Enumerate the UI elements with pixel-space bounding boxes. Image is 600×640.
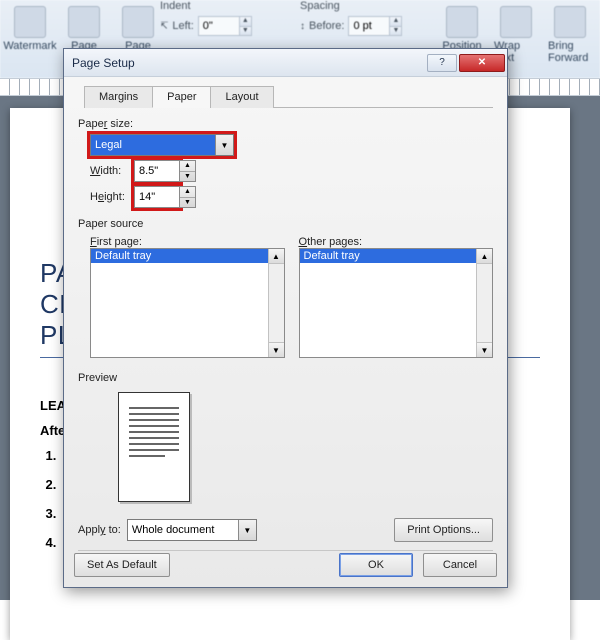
bring-forward-button[interactable]: Bring Forward bbox=[546, 4, 594, 66]
set-default-button[interactable]: Set As Default bbox=[74, 553, 170, 577]
indent-group-label: Indent bbox=[160, 0, 320, 12]
tab-margins[interactable]: Margins bbox=[84, 86, 153, 108]
dialog-title: Page Setup bbox=[72, 56, 425, 70]
first-page-list[interactable]: Default tray ▲▼ bbox=[90, 248, 285, 358]
page-setup-dialog: Page Setup ? ✕ Margins Paper Layout Pape… bbox=[63, 48, 508, 588]
spacing-before-spinner[interactable]: ▲▼ bbox=[348, 16, 402, 36]
indent-left-spinner[interactable]: ▲▼ bbox=[198, 16, 252, 36]
other-pages-list[interactable]: Default tray ▲▼ bbox=[299, 248, 494, 358]
spacing-before-label: Before: bbox=[309, 20, 344, 32]
tab-paper[interactable]: Paper bbox=[152, 86, 211, 108]
paper-size-combo[interactable]: Legal ▼ bbox=[90, 134, 234, 156]
ok-button[interactable]: OK bbox=[339, 553, 413, 577]
preview-label: Preview bbox=[78, 372, 493, 384]
chevron-down-icon: ▼ bbox=[215, 135, 233, 155]
first-page-label: First page: bbox=[90, 236, 285, 248]
preview-page bbox=[118, 392, 190, 502]
close-button[interactable]: ✕ bbox=[459, 54, 505, 72]
tabs: Margins Paper Layout bbox=[84, 85, 493, 108]
chevron-down-icon: ▼ bbox=[238, 520, 256, 540]
apply-to-combo[interactable]: Whole document ▼ bbox=[127, 519, 257, 541]
width-label: Width: bbox=[90, 165, 134, 177]
title-bar: Page Setup ? ✕ bbox=[64, 49, 507, 77]
cancel-button[interactable]: Cancel bbox=[423, 553, 497, 577]
watermark-button[interactable]: Watermark bbox=[6, 4, 54, 54]
help-button[interactable]: ? bbox=[427, 54, 457, 72]
apply-to-label: Apply to: bbox=[78, 524, 121, 536]
print-options-button[interactable]: Print Options... bbox=[394, 518, 493, 542]
page-button[interactable]: Page bbox=[60, 4, 108, 54]
height-label: Height: bbox=[90, 191, 134, 203]
tab-layout[interactable]: Layout bbox=[210, 86, 273, 108]
other-pages-label: Other pages: bbox=[299, 236, 494, 248]
page-button-2[interactable]: Page bbox=[114, 4, 162, 54]
indent-left-label: Left: bbox=[172, 20, 193, 32]
paper-size-label: Paper size: bbox=[78, 118, 493, 130]
paper-source-label: Paper source bbox=[78, 218, 493, 230]
height-spinner[interactable]: ▲▼ bbox=[134, 186, 196, 208]
width-spinner[interactable]: ▲▼ bbox=[134, 160, 196, 182]
spacing-group-label: Spacing bbox=[300, 0, 440, 12]
